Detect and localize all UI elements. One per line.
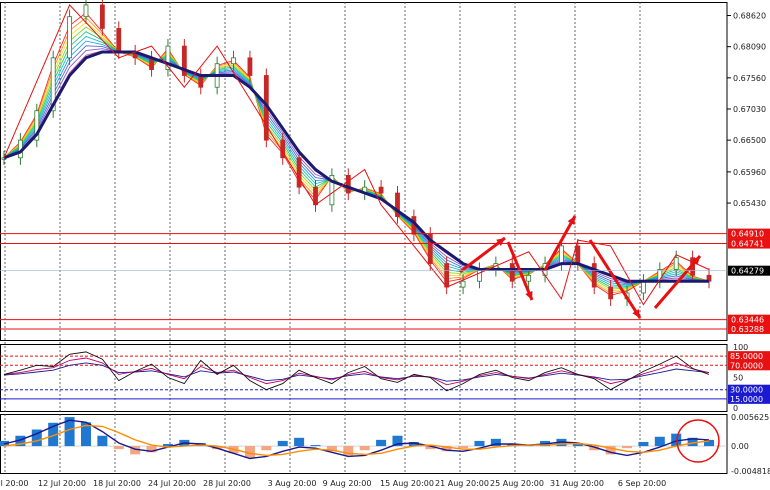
macd-histogram-bar	[261, 446, 272, 451]
price-tick-label: 0.68090	[733, 43, 766, 52]
x-tick-label: 25 Aug 20:00	[490, 479, 544, 488]
candle-body	[575, 245, 581, 264]
x-tick-label: 24 Jul 20:00	[148, 479, 196, 488]
macd-histogram-bar	[458, 446, 469, 449]
candle-body	[67, 16, 72, 59]
x-tick-label: 12 Jul 20:00	[38, 479, 86, 488]
macd-tick-label: 0.00	[731, 442, 749, 451]
ribbon-ma-line	[3, 16, 710, 294]
x-tick-label: 28 Jul 20:00	[203, 479, 251, 488]
ribbon-ma-line	[3, 45, 710, 285]
x-tick-label: 9 Aug 20:00	[323, 479, 372, 488]
level-price-tag-text: 0.64741	[731, 240, 764, 249]
trend-arrow	[588, 239, 642, 319]
rsi-tick-label: 50	[733, 374, 743, 383]
macd-histogram-bar	[97, 435, 108, 447]
x-tick-label: 31 Aug 20:00	[550, 479, 604, 488]
level-price-tag-text: 0.63446	[731, 316, 764, 325]
level-price-tag-text: 0.63288	[731, 325, 764, 334]
ribbon-ma-line	[3, 21, 710, 292]
candle-body	[231, 57, 236, 65]
ribbon-ma-line	[3, 12, 710, 296]
ribbon-ma-line	[3, 26, 710, 290]
candle-body	[591, 263, 597, 288]
candle-body	[477, 269, 482, 282]
macd-histogram-bar	[376, 439, 387, 447]
x-tick-label: 21 Aug 20:00	[435, 479, 489, 488]
candle-body	[509, 263, 515, 282]
candle-body	[378, 186, 384, 194]
macd-tick-label: -0.004818	[731, 467, 770, 476]
price-tick-label: 0.66500	[733, 136, 766, 145]
ribbon-ma-line	[3, 35, 710, 287]
signal-line	[3, 424, 710, 457]
candle-body	[460, 280, 466, 288]
rsi-level-tag-text: 70.0000	[730, 361, 763, 370]
x-tick-label: 18 Jul 20:00	[93, 479, 141, 488]
macd-panel-frame	[0, 414, 728, 474]
price-tick-label: 0.67560	[733, 74, 766, 83]
rsi-level-tag-text: 30.0000	[730, 386, 763, 395]
x-tick-label: 15 Aug 20:00	[380, 479, 434, 488]
x-tick-label: 3 Aug 20:00	[268, 479, 317, 488]
candle-body	[444, 263, 450, 288]
macd-histogram-bar	[638, 441, 649, 447]
candle-body	[641, 280, 646, 294]
x-tick-label: 7 Jul 20:00	[0, 479, 28, 488]
chart-canvas: 7 Jul 20:00 12 Jul 20:00 18 Jul 20:00 24 Ju…	[0, 0, 770, 488]
macd-histogram-bar	[359, 446, 370, 451]
rsi-panel-frame	[0, 344, 728, 412]
x-tick-label: 6 Sep 20:00	[618, 479, 666, 488]
candle-body	[83, 4, 89, 18]
macd-histogram-bar	[474, 440, 485, 447]
price-tick-label: 0.65430	[733, 199, 766, 208]
candle-body	[608, 286, 614, 300]
candle-body	[99, 4, 105, 29]
rsi-level-tag-text: 85.0000	[730, 352, 763, 361]
price-tick-label: 0.68620	[733, 12, 766, 21]
candle-body	[247, 57, 253, 76]
macd-histogram-bar	[294, 437, 305, 447]
rsi-fast-line	[3, 351, 710, 392]
rsi-level-tag-text: 15.0000	[730, 395, 763, 404]
candle-body	[345, 175, 351, 194]
macd-histogram-bar	[277, 440, 288, 447]
slow-moving-average-line	[3, 50, 709, 283]
macd-histogram-bar	[113, 446, 124, 450]
candle-body	[296, 157, 302, 188]
macd-tick-label: 0.005625	[731, 413, 769, 422]
level-price-tag-text: 0.64910	[731, 230, 764, 239]
ribbon-ma-line	[3, 50, 710, 283]
rsi-tick-label: 100	[733, 343, 748, 352]
last-price-tag-text: 0.64279	[731, 267, 764, 276]
macd-histogram-bar	[622, 446, 633, 449]
price-tick-label: 0.65960	[733, 168, 766, 177]
rsi-tick-label: 0	[733, 404, 738, 413]
macd-histogram-bar	[654, 436, 665, 447]
candle-body	[673, 257, 679, 270]
macd-line	[3, 419, 710, 460]
candle-body	[526, 274, 532, 282]
candle-body	[198, 75, 204, 88]
ribbon-ma-line	[3, 48, 710, 284]
candle-body	[116, 28, 122, 53]
ribbon-ma-line	[3, 40, 710, 286]
trading-chart: 7 Jul 20:00 12 Jul 20:00 18 Jul 20:00 24 Ju…	[0, 0, 770, 490]
ribbon-ma-line	[3, 31, 710, 288]
candle-body	[559, 245, 564, 264]
price-tick-label: 0.67030	[733, 105, 766, 114]
macd-histogram-bar	[310, 445, 321, 447]
rsi-mid-line	[3, 357, 710, 386]
